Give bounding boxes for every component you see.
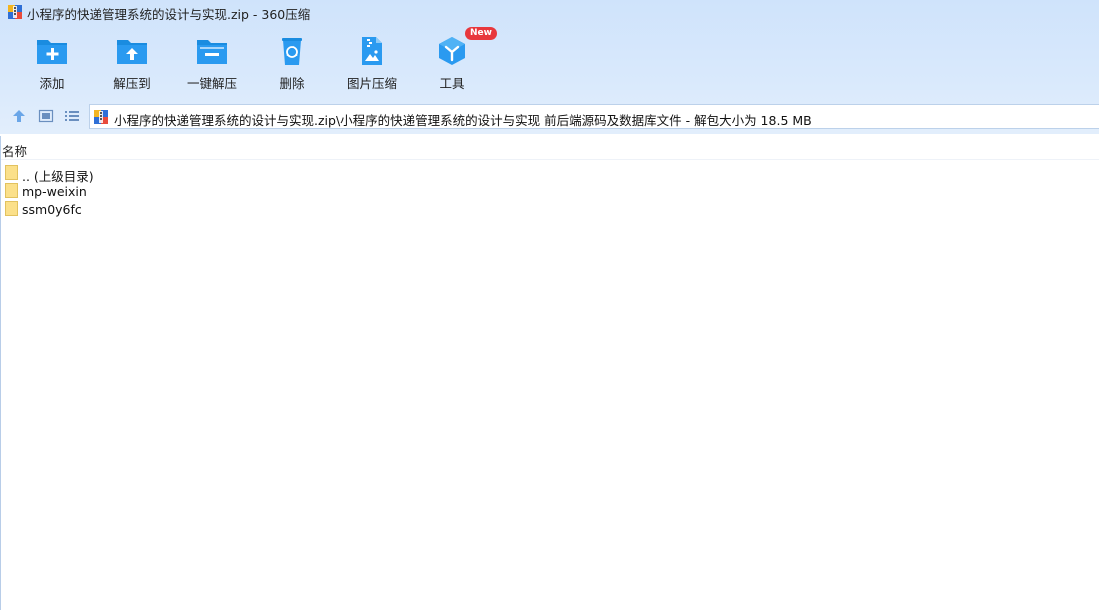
toolbar: 添加 解压到 一键解压 删除 图片压缩 New 工具 [0,27,1099,96]
folder-icon [5,201,18,216]
list-item-mp-weixin[interactable]: mp-weixin [5,182,405,200]
header-divider [1,159,1099,160]
app-window: 小程序的快递管理系统的设计与实现.zip - 360压缩 添加 解压到 一键解压… [0,0,1099,610]
list-item-parent-directory[interactable]: .. (上级目录) [5,164,405,184]
image-compress-button[interactable]: 图片压缩 [332,30,412,94]
app-logo-icon [8,5,22,19]
image-compress-label: 图片压缩 [346,76,397,91]
one-click-extract-button[interactable]: 一键解压 [172,30,252,94]
tools-icon [439,37,465,65]
navigation-bar: 小程序的快递管理系统的设计与实现.zip\小程序的快递管理系统的设计与实现 前后… [0,102,1099,130]
extract-to-icon [117,40,147,64]
tools-button[interactable]: New 工具 [412,27,497,94]
delete-icon [282,38,302,65]
column-header-name[interactable]: 名称 [1,141,27,160]
extract-to-label: 解压到 [113,76,151,91]
one-click-extract-label: 一键解压 [186,76,237,91]
file-rows: .. (上级目录) mp-weixin ssm0y6fc [5,164,405,218]
list-item-label: mp-weixin [22,184,87,199]
list-item-ssm0y6fc[interactable]: ssm0y6fc [5,200,405,218]
window-title: 小程序的快递管理系统的设计与实现.zip - 360压缩 [27,7,311,22]
address-bar[interactable]: 小程序的快递管理系统的设计与实现.zip\小程序的快递管理系统的设计与实现 前后… [89,104,1099,129]
list-item-label: ssm0y6fc [22,202,82,217]
thumbnail-view-icon[interactable] [38,108,54,124]
file-list: 名称 .. (上级目录) mp-weixin ssm0y6fc [0,136,1099,610]
new-badge: New [465,27,497,40]
address-path: 小程序的快递管理系统的设计与实现.zip\小程序的快递管理系统的设计与实现 前后… [114,113,812,128]
list-view-icon[interactable] [64,108,80,124]
add-icon [37,40,67,64]
one-click-extract-icon [197,40,227,64]
archive-icon [94,110,108,124]
delete-button[interactable]: 删除 [252,30,332,94]
folder-icon [5,165,18,180]
up-directory-icon[interactable] [11,108,27,124]
folder-icon [5,183,18,198]
top-panel: 小程序的快递管理系统的设计与实现.zip - 360压缩 添加 解压到 一键解压… [0,0,1099,134]
title-bar: 小程序的快递管理系统的设计与实现.zip - 360压缩 [0,0,1099,24]
delete-label: 删除 [279,76,305,91]
add-label: 添加 [39,76,65,91]
image-compress-icon [362,37,382,65]
extract-to-button[interactable]: 解压到 [92,30,172,94]
add-button[interactable]: 添加 [12,30,92,94]
tools-label: 工具 [439,76,465,91]
